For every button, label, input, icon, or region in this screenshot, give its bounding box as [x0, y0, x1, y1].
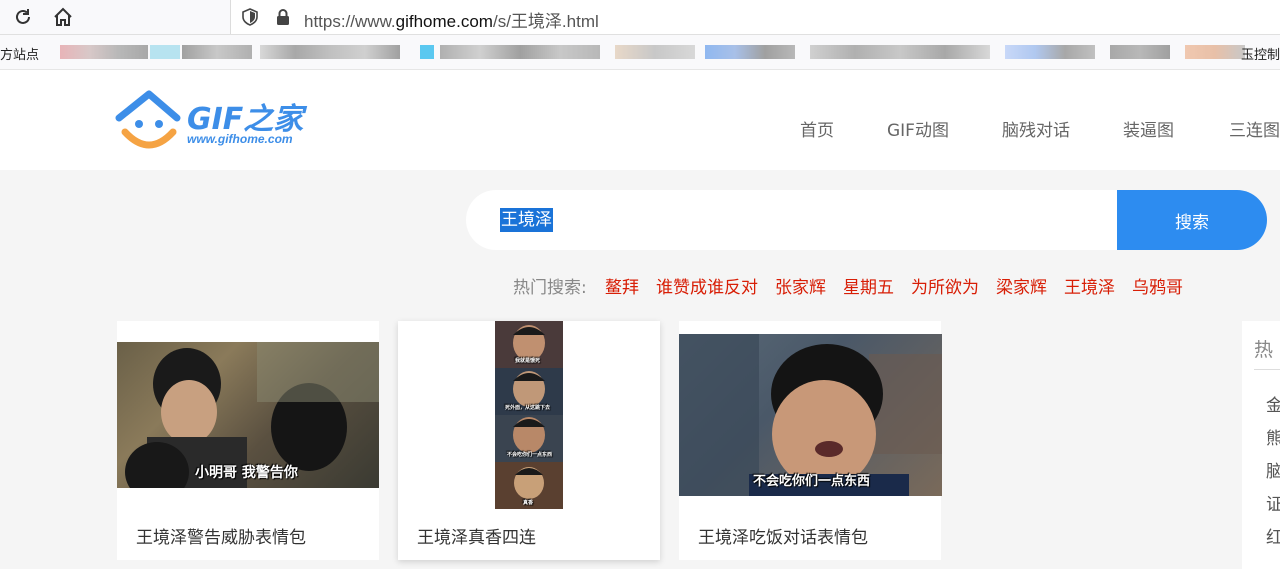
result-card[interactable]: 不会吃你们一点东西 王境泽吃饭对话表情包	[679, 321, 942, 560]
hot-search-item[interactable]: 王境泽	[1064, 273, 1115, 298]
meme-caption: 小明哥 我警告你	[195, 465, 298, 481]
hot-search-item[interactable]: 谁赞成谁反对	[656, 273, 758, 298]
nav-gif[interactable]: GIF动图	[887, 116, 949, 141]
blurred-bookmark[interactable]	[150, 45, 180, 59]
hot-search-item[interactable]: 乌鸦哥	[1132, 273, 1183, 298]
nav-triple[interactable]: 三连图	[1229, 116, 1280, 141]
blurred-bookmark[interactable]	[810, 45, 990, 59]
meme-caption: 不会吃你们一点东西	[753, 474, 871, 489]
browser-toolbar: https://www.gifhome.com/s/王境泽.html	[0, 0, 1280, 35]
home-icon[interactable]	[50, 4, 76, 30]
hot-search-item[interactable]: 鳌拜	[605, 273, 639, 298]
result-title[interactable]: 王境泽吃饭对话表情包	[698, 523, 868, 548]
reload-icon[interactable]	[10, 4, 36, 30]
blurred-bookmark[interactable]	[1110, 45, 1170, 59]
meme-caption: 死外面，从这跳下去	[505, 405, 551, 411]
result-title[interactable]: 王境泽真香四连	[417, 523, 536, 548]
sidebar-item[interactable]: 熊	[1266, 424, 1280, 449]
result-card[interactable]: 我就是饿死 死外面，从这跳下去 不会吃你们一点东西 真香 王境泽真香四连	[398, 321, 660, 560]
blurred-bookmark[interactable]	[420, 45, 434, 59]
hot-sidebar: 热 金 熊 脑 证 红	[1242, 321, 1280, 569]
blurred-bookmark[interactable]	[1185, 45, 1245, 59]
hot-search-item[interactable]: 为所欲为	[911, 273, 979, 298]
blurred-bookmark[interactable]	[1005, 45, 1095, 59]
nav-showoff[interactable]: 装逼图	[1123, 116, 1174, 141]
lock-icon[interactable]	[275, 8, 291, 26]
blurred-bookmark[interactable]	[60, 45, 148, 59]
site-header: GIF之家 www.gifhome.com 首页 GIF动图 脑残对话 装逼图 …	[0, 70, 1280, 170]
hot-search-label: 热门搜索:	[513, 278, 587, 298]
meme-caption: 真香	[523, 500, 534, 506]
bookmark-item[interactable]: 玉控制	[1241, 44, 1280, 63]
sidebar-item[interactable]: 证	[1266, 490, 1280, 515]
meme-caption: 不会吃你们一点东西	[507, 452, 553, 458]
blurred-bookmark[interactable]	[615, 45, 695, 59]
logo-url: www.gifhome.com	[187, 132, 293, 146]
sidebar-item[interactable]: 红	[1266, 523, 1280, 548]
blurred-bookmark[interactable]	[182, 45, 252, 59]
sidebar-item[interactable]: 金	[1266, 391, 1280, 416]
url-text[interactable]: https://www.gifhome.com/s/王境泽.html	[304, 7, 599, 32]
bookmark-item[interactable]: 方站点	[0, 44, 39, 63]
meme-strip-image	[495, 321, 563, 509]
sidebar-item[interactable]: 脑	[1266, 457, 1280, 482]
search-input[interactable]: 王境泽	[500, 208, 553, 232]
hot-search-item[interactable]: 梁家辉	[996, 273, 1047, 298]
nav-home[interactable]: 首页	[800, 116, 834, 141]
result-card[interactable]: 小明哥 我警告你 王境泽警告威胁表情包	[117, 321, 379, 560]
sidebar-divider	[1254, 369, 1280, 370]
house-face-logo-icon	[115, 90, 181, 149]
hot-search-item[interactable]: 张家辉	[775, 273, 826, 298]
hot-search-item[interactable]: 星期五	[843, 273, 894, 298]
result-thumbnail[interactable]: 不会吃你们一点东西	[679, 334, 942, 496]
address-bar[interactable]: https://www.gifhome.com/s/王境泽.html	[230, 0, 1280, 34]
search-box[interactable]: 王境泽	[466, 190, 1117, 250]
bookmarks-bar: 方站点 玉控制	[0, 35, 1280, 70]
blurred-bookmark[interactable]	[260, 45, 400, 59]
tracking-shield-icon[interactable]	[241, 8, 259, 26]
nav-dialog[interactable]: 脑残对话	[1002, 116, 1070, 141]
blurred-bookmark[interactable]	[440, 45, 600, 59]
site-logo[interactable]: GIF之家 www.gifhome.com	[115, 88, 325, 152]
result-thumbnail[interactable]: 我就是饿死 死外面，从这跳下去 不会吃你们一点东西 真香	[495, 321, 563, 509]
search-button[interactable]: 搜索	[1117, 190, 1267, 250]
blurred-bookmark[interactable]	[705, 45, 795, 59]
result-title[interactable]: 王境泽警告威胁表情包	[136, 523, 306, 548]
meme-caption: 我就是饿死	[515, 358, 541, 364]
result-thumbnail[interactable]: 小明哥 我警告你	[117, 342, 379, 488]
sidebar-heading: 热	[1254, 339, 1274, 361]
